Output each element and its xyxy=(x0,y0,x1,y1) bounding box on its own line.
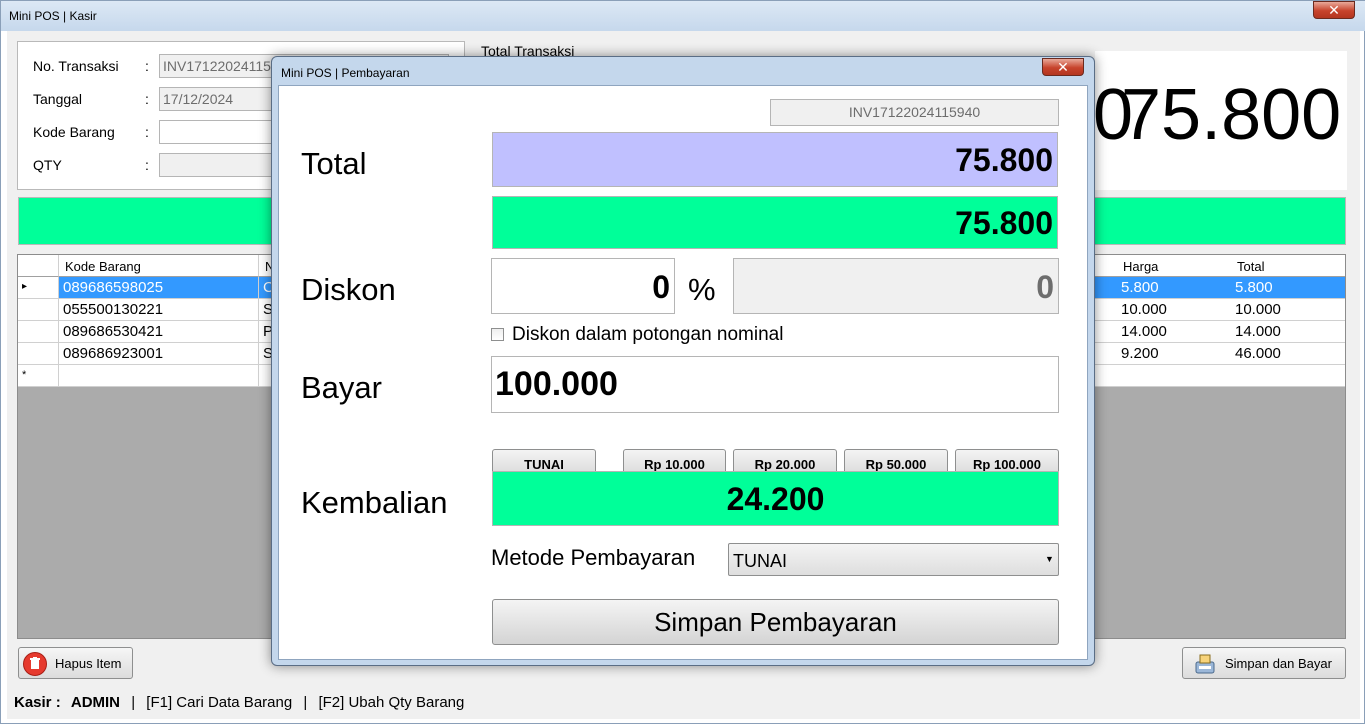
hapus-item-label: Hapus Item xyxy=(55,656,122,671)
kasir-label: Kasir : xyxy=(14,694,61,711)
new-row-cell[interactable] xyxy=(59,365,259,387)
row-header[interactable] xyxy=(18,321,59,343)
table-row[interactable]: 14.000 xyxy=(1117,321,1233,343)
column-header-kode-barang[interactable]: Kode Barang xyxy=(59,255,259,277)
table-row[interactable]: 089686598025 xyxy=(59,277,259,299)
table-row[interactable]: 10.000 xyxy=(1117,299,1233,321)
colon: : xyxy=(145,124,149,140)
hapus-item-button[interactable]: Hapus Item xyxy=(18,647,133,679)
diskon-checkbox-label: Diskon dalam potongan nominal xyxy=(512,324,784,345)
row-header[interactable] xyxy=(18,343,59,365)
table-row[interactable]: 089686530421 xyxy=(59,321,259,343)
simpan-pembayaran-button[interactable]: Simpan Pembayaran xyxy=(492,599,1059,645)
kembalian-field[interactable]: 24.200 xyxy=(492,471,1059,526)
separator: | xyxy=(131,694,136,711)
window-close-button[interactable]: ✕ xyxy=(1313,1,1355,19)
total-transaksi-value: 75.800 xyxy=(1121,75,1342,155)
total-after-discount-field[interactable]: 75.800 xyxy=(492,196,1058,249)
table-row[interactable]: 9.200 xyxy=(1117,343,1233,365)
total-label: Total xyxy=(301,146,367,181)
bayar-label: Bayar xyxy=(301,370,382,405)
simpan-dan-bayar-label: Simpan dan Bayar xyxy=(1225,656,1332,671)
qty-label: QTY xyxy=(33,157,62,173)
table-row[interactable]: 10.000 xyxy=(1231,299,1345,321)
simpan-dan-bayar-button[interactable]: Simpan dan Bayar xyxy=(1182,647,1346,679)
table-row[interactable]: 14.000 xyxy=(1231,321,1345,343)
table-row[interactable]: 46.000 xyxy=(1231,343,1345,365)
separator: | xyxy=(303,694,308,711)
cash-register-icon xyxy=(1193,652,1217,676)
dialog-close-button[interactable]: ✕ xyxy=(1042,58,1084,76)
invoice-number-field[interactable]: INV17122024115940 xyxy=(770,99,1059,126)
table-row[interactable]: 055500130221 xyxy=(59,299,259,321)
diskon-percent-input[interactable]: 0 xyxy=(491,258,675,314)
payment-dialog: Mini POS | Pembayaran ✕ INV1712202411594… xyxy=(271,56,1095,666)
metode-pembayaran-select[interactable]: TUNAI ▼ xyxy=(728,543,1059,576)
colon: : xyxy=(145,91,149,107)
diskon-nominal-field[interactable]: 0 xyxy=(733,258,1059,314)
colon: : xyxy=(145,157,149,173)
table-row[interactable]: 089686923001 xyxy=(59,343,259,365)
hint-f1: [F1] Cari Data Barang xyxy=(146,694,293,711)
kode-barang-label: Kode Barang xyxy=(33,124,115,140)
window-title: Mini POS | Kasir xyxy=(9,9,97,23)
kembalian-label: Kembalian xyxy=(301,485,448,520)
row-header-current[interactable]: ▸ xyxy=(18,277,59,299)
grid-corner-header xyxy=(18,255,59,277)
title-bar: Mini POS | Kasir ✕ xyxy=(1,1,1365,31)
metode-pembayaran-label: Metode Pembayaran xyxy=(491,545,696,570)
diskon-label: Diskon xyxy=(301,272,396,307)
table-row[interactable]: 5.800 xyxy=(1117,277,1233,299)
column-header-harga[interactable]: Harga xyxy=(1117,255,1233,277)
hint-f2: [F2] Ubah Qty Barang xyxy=(318,694,465,711)
trash-icon xyxy=(23,652,47,676)
bayar-input[interactable]: 100.000 xyxy=(491,356,1059,413)
kasir-name: ADMIN xyxy=(70,694,121,711)
new-row-cell[interactable] xyxy=(1117,365,1233,387)
metode-pembayaran-value: TUNAI xyxy=(733,551,787,571)
table-row[interactable]: 5.800 xyxy=(1231,277,1345,299)
row-header-new[interactable]: * xyxy=(18,365,59,387)
total-transaksi-panel: 0 75.800 xyxy=(1093,51,1347,190)
colon: : xyxy=(145,58,149,74)
column-header-total[interactable]: Total xyxy=(1231,255,1345,277)
tanggal-label: Tanggal xyxy=(33,91,83,107)
payment-dialog-body: INV17122024115940 Total 75.800 75.800 Di… xyxy=(278,85,1088,660)
chevron-down-icon: ▼ xyxy=(1045,554,1054,564)
diskon-nominal-checkbox[interactable] xyxy=(491,328,504,341)
status-bar: Kasir : ADMIN | [F1] Cari Data Barang | … xyxy=(7,688,1360,716)
row-header[interactable] xyxy=(18,299,59,321)
percent-sign: % xyxy=(688,272,716,307)
no-transaksi-label: No. Transaksi xyxy=(33,58,119,74)
dialog-title: Mini POS | Pembayaran xyxy=(281,66,410,80)
total-amount-field[interactable]: 75.800 xyxy=(492,132,1058,187)
new-row-cell[interactable] xyxy=(1231,365,1345,387)
